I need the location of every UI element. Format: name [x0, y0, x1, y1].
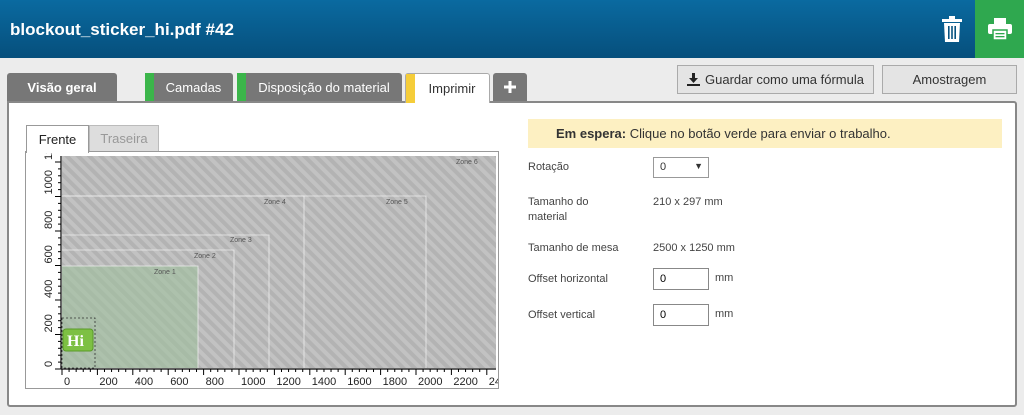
table-preview: Zone 1 Zone 2 Zone 3 Zone 4 Zone 5 Zone 6 Hi … — [25, 136, 501, 389]
x-tick-label: 1000 — [241, 376, 265, 388]
save-as-formula-button[interactable]: Guardar como uma fórmula — [677, 65, 874, 94]
status-message: Clique no botão verde para enviar o trab… — [629, 126, 891, 141]
job-label: Hi — [67, 333, 84, 350]
tab-overview-label: Visão geral — [27, 79, 97, 95]
tab-layers-label: Camadas — [165, 79, 222, 95]
y-tick-label: 0 — [43, 361, 55, 367]
tab-print-label: Imprimir — [428, 81, 476, 96]
print-button[interactable] — [975, 0, 1024, 58]
x-tick-label: 200 — [99, 376, 117, 388]
printer-icon — [987, 18, 1012, 40]
rotation-value: 0 — [660, 161, 667, 173]
green-status-marker — [237, 73, 246, 101]
y-tick-label: 800 — [43, 211, 55, 229]
x-tick-label: 800 — [206, 376, 224, 388]
x-tick-label: 1400 — [312, 376, 336, 388]
tab-overview[interactable]: Visão geral — [7, 73, 117, 101]
y-tick-label: 1000 — [43, 170, 55, 194]
download-icon — [687, 73, 701, 86]
zone-label: Zone 6 — [456, 159, 478, 166]
zone-label: Zone 5 — [386, 199, 408, 206]
offset-vertical-label: Offset vertical — [528, 309, 596, 321]
status-prefix: Em espera: — [556, 126, 627, 141]
offset-vertical-input[interactable] — [653, 304, 709, 326]
status-banner: Em espera: Clique no botão verde para en… — [528, 119, 1002, 148]
media-size-value: 210 x 297 mm — [653, 196, 723, 208]
x-tick-label: 400 — [135, 376, 153, 388]
zone-label: Zone 2 — [194, 253, 216, 260]
x-tick-label: 1600 — [347, 376, 371, 388]
y-tick-label: 600 — [43, 245, 55, 263]
dropdown-arrow-icon: ▼ — [694, 161, 703, 171]
app-header: blockout_sticker_hi.pdf #42 — [0, 0, 1024, 58]
offset-horizontal-unit: mm — [715, 272, 734, 284]
x-tick-label: 2000 — [418, 376, 442, 388]
y-tick-label: 1200 — [43, 152, 55, 160]
zone-label: Zone 1 — [154, 269, 176, 276]
green-status-marker — [145, 73, 154, 101]
table-preview-canvas: Zone 1Zone 2Zone 3Zone 4 Zone 5Zone 6 Hi … — [43, 136, 501, 388]
table-size-label: Tamanho de mesa — [528, 242, 619, 254]
tab-media-layout-label: Disposição do material — [258, 79, 390, 95]
print-panel: Frente Traseira Zone 1 Zone 2 Zone 3 Zone 4… — [7, 101, 1017, 407]
x-tick-label: 2200 — [453, 376, 477, 388]
save-as-formula-label: Guardar como uma fórmula — [705, 72, 864, 87]
yellow-status-marker — [406, 74, 415, 103]
tab-layers[interactable]: Camadas — [145, 73, 233, 101]
subtab-back-label: Traseira — [100, 131, 148, 146]
rotation-select[interactable]: 0 ▼ — [653, 157, 709, 178]
offset-vertical-unit: mm — [715, 308, 734, 320]
add-tab-button[interactable] — [493, 73, 527, 101]
media-size-label: Tamanho do material — [528, 196, 589, 223]
x-tick-label: 24 — [489, 376, 498, 388]
subtab-back[interactable]: Traseira — [89, 125, 159, 152]
x-tick-label: 1800 — [383, 376, 407, 388]
offset-horizontal-input[interactable] — [653, 268, 709, 290]
sample-button[interactable]: Amostragem — [882, 65, 1017, 94]
plus-icon — [504, 81, 516, 93]
x-tick-label: 1200 — [276, 376, 300, 388]
tab-media-layout[interactable]: Disposição do material — [237, 73, 402, 101]
subtab-front-label: Frente — [38, 132, 77, 147]
rotation-label: Rotação — [528, 161, 569, 173]
x-tick-label: 600 — [170, 376, 188, 388]
job-thumbnail[interactable]: Hi — [62, 328, 94, 352]
zone-1-highlight — [62, 266, 198, 368]
y-tick-label: 200 — [43, 314, 55, 332]
sample-label: Amostragem — [912, 72, 987, 87]
job-title: blockout_sticker_hi.pdf #42 — [10, 20, 234, 39]
x-tick-label: 0 — [64, 376, 70, 388]
trash-icon — [942, 16, 962, 42]
tab-print[interactable]: Imprimir — [405, 73, 490, 103]
y-tick-label: 400 — [43, 280, 55, 298]
zone-label: Zone 3 — [230, 237, 252, 244]
delete-button[interactable] — [930, 0, 974, 58]
zone-label: Zone 4 — [264, 199, 286, 206]
subtab-front[interactable]: Frente — [26, 125, 89, 153]
offset-horizontal-label: Offset horizontal — [528, 273, 608, 285]
table-size-value: 2500 x 1250 mm — [653, 242, 735, 254]
